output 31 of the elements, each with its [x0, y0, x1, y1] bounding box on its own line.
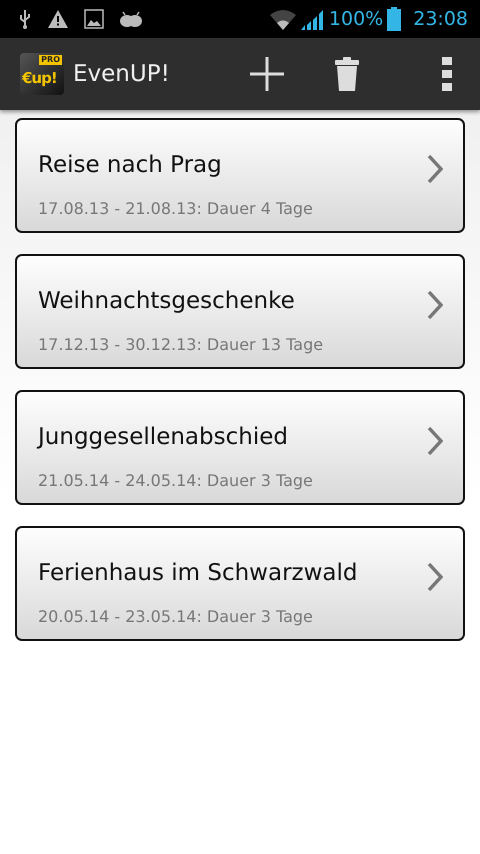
chevron-right-icon: [427, 154, 443, 184]
overflow-menu-button[interactable]: [442, 57, 452, 91]
app-title: EvenUP!: [73, 60, 170, 89]
trip-title: Reise nach Prag: [38, 151, 223, 180]
chevron-right-icon: [427, 562, 443, 592]
trip-card[interactable]: Weihnachtsgeschenke 17.12.13 - 30.12.13: Dauer 13 Tage: [15, 254, 465, 369]
trip-dates: 20.05.14 - 23.05.14: Dauer 3 Tage: [38, 606, 314, 628]
trip-title: Weihnachtsgeschenke: [38, 287, 296, 316]
android-icon: [120, 11, 142, 27]
chevron-right-icon: [427, 290, 443, 320]
pro-badge: PRO: [39, 55, 62, 65]
battery-icon: [387, 7, 402, 31]
trip-card[interactable]: Reise nach Prag 17.08.13 - 21.08.13: Dauer 4 Tage: [15, 118, 465, 233]
trip-dates: 17.12.13 - 30.12.13: Dauer 13 Tage: [38, 334, 324, 356]
trip-dates: 21.05.14 - 24.05.14: Dauer 3 Tage: [38, 470, 314, 492]
signal-icon: [300, 8, 325, 30]
trip-card[interactable]: Ferienhaus im Schwarzwald 20.05.14 - 23.05.14: Dauer 3 Tage: [15, 526, 465, 641]
delete-button[interactable]: [334, 57, 360, 91]
trip-card[interactable]: Junggesellenabschied 21.05.14 - 24.05.14: Dauer 3 Tage: [15, 390, 465, 505]
image-icon: [84, 9, 104, 29]
trip-title: Junggesellenabschied: [38, 423, 289, 452]
battery-percentage: 100%: [328, 6, 384, 32]
logo-text: €up!: [22, 68, 57, 88]
trip-title: Ferienhaus im Schwarzwald: [38, 559, 358, 588]
trip-dates: 17.08.13 - 21.08.13: Dauer 4 Tage: [38, 198, 314, 220]
chevron-right-icon: [427, 426, 443, 456]
clock: 23:08: [413, 6, 468, 32]
usb-icon: [18, 9, 32, 29]
add-button[interactable]: [248, 55, 286, 93]
wifi-icon: [268, 8, 297, 30]
warning-icon: [48, 10, 68, 28]
